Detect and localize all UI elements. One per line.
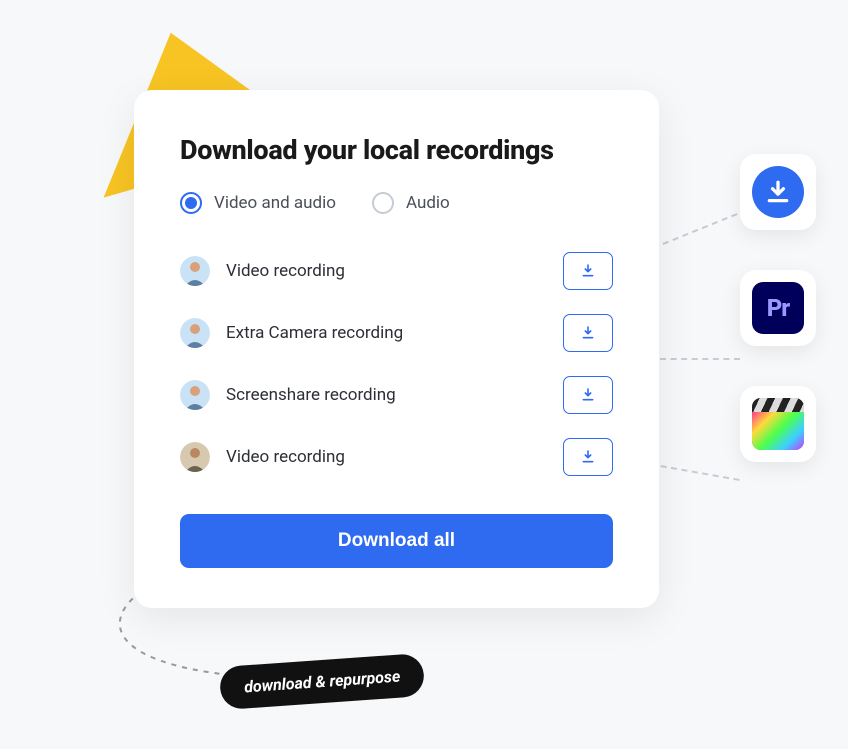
radio-indicator <box>372 192 394 214</box>
download-button[interactable] <box>563 252 613 290</box>
download-icon <box>580 449 596 465</box>
connector-line <box>660 358 740 360</box>
export-targets: Pr <box>740 154 816 462</box>
avatar <box>180 380 210 410</box>
download-button[interactable] <box>563 376 613 414</box>
recording-row: Video recording <box>180 438 613 476</box>
recording-label: Video recording <box>226 447 345 467</box>
radio-label: Video and audio <box>214 193 336 213</box>
recording-row: Screenshare recording <box>180 376 613 414</box>
callout-pill: download & repurpose <box>219 653 426 710</box>
avatar <box>180 256 210 286</box>
recording-label: Extra Camera recording <box>226 323 403 343</box>
badge-premiere-pro: Pr <box>740 270 816 346</box>
download-icon <box>580 387 596 403</box>
download-button[interactable] <box>563 314 613 352</box>
recording-label: Screenshare recording <box>226 385 396 405</box>
download-icon <box>580 263 596 279</box>
radio-label: Audio <box>406 193 450 213</box>
avatar <box>180 318 210 348</box>
radio-video-and-audio[interactable]: Video and audio <box>180 192 336 214</box>
badge-final-cut-pro <box>740 386 816 462</box>
premiere-pro-icon: Pr <box>752 282 804 334</box>
download-icon <box>580 325 596 341</box>
recording-row: Extra Camera recording <box>180 314 613 352</box>
download-icon <box>765 179 791 205</box>
format-radio-group: Video and audio Audio <box>180 192 613 214</box>
download-all-button[interactable]: Download all <box>180 514 613 568</box>
recording-label: Video recording <box>226 261 345 281</box>
download-button[interactable] <box>563 438 613 476</box>
badge-download <box>740 154 816 230</box>
avatar <box>180 442 210 472</box>
radio-audio[interactable]: Audio <box>372 192 450 214</box>
recording-row: Video recording <box>180 252 613 290</box>
final-cut-pro-icon <box>752 398 804 450</box>
connector-line <box>663 213 738 245</box>
card-title: Download your local recordings <box>180 134 613 166</box>
connector-line <box>660 465 739 481</box>
download-card: Download your local recordings Video and… <box>134 90 659 608</box>
radio-indicator <box>180 192 202 214</box>
